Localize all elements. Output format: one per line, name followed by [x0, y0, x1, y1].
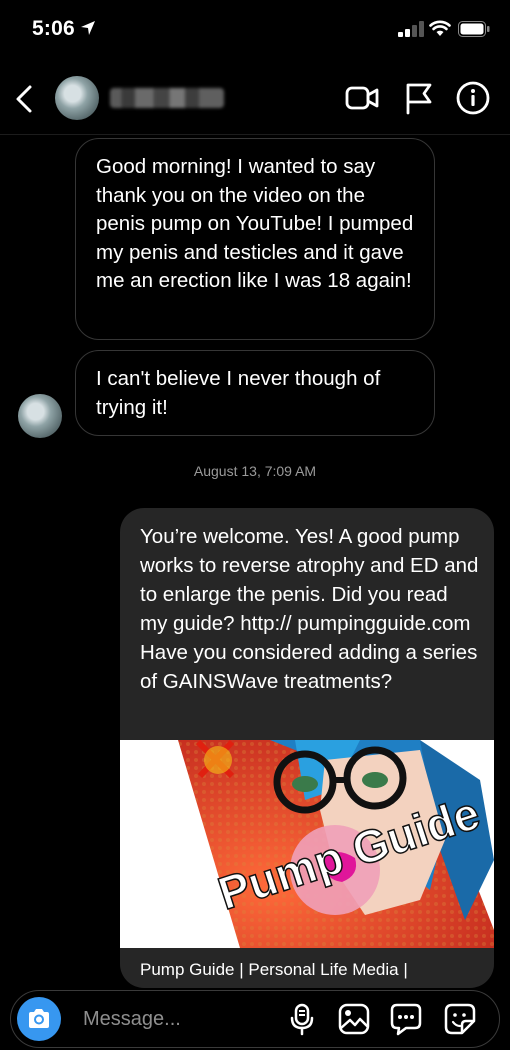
contact-name-redacted[interactable]: [110, 88, 224, 108]
contact-avatar[interactable]: [55, 76, 99, 120]
video-call-icon[interactable]: [344, 80, 380, 116]
flag-icon[interactable]: [401, 80, 437, 116]
cellular-signal-icon: [398, 21, 424, 37]
outgoing-message-text: You’re welcome. Yes! A good pump works t…: [140, 525, 479, 693]
link-preview-image[interactable]: Pump Guide: [120, 740, 494, 948]
gallery-icon[interactable]: [337, 1002, 371, 1036]
wifi-icon: [429, 20, 451, 36]
pump-guide-cover-illustration: Pump Guide: [120, 740, 494, 948]
camera-icon: [29, 1009, 49, 1028]
chat-bubble-icon[interactable]: [389, 1002, 423, 1036]
chat-header: [0, 62, 510, 135]
message-input[interactable]: [81, 1005, 275, 1033]
sender-avatar[interactable]: [18, 394, 62, 438]
status-time: 5:06: [32, 17, 75, 40]
incoming-message[interactable]: I can't believe I never though of trying…: [75, 350, 435, 436]
back-chevron-icon[interactable]: [10, 82, 40, 116]
outgoing-message[interactable]: You’re welcome. Yes! A good pump works t…: [120, 508, 494, 988]
sticker-icon[interactable]: [443, 1002, 477, 1036]
battery-icon: [458, 21, 490, 37]
location-arrow-icon: [81, 21, 95, 35]
message-composer: [10, 990, 500, 1048]
camera-button[interactable]: [17, 997, 61, 1041]
incoming-message[interactable]: Good morning! I wanted to say thank you …: [75, 138, 435, 340]
info-icon[interactable]: [455, 80, 491, 116]
link-preview-title[interactable]: Pump Guide | Personal Life Media |: [140, 960, 408, 980]
status-bar: 5:06: [0, 0, 510, 62]
message-timestamp: August 13, 7:09 AM: [193, 463, 317, 479]
microphone-icon[interactable]: [285, 1002, 319, 1036]
